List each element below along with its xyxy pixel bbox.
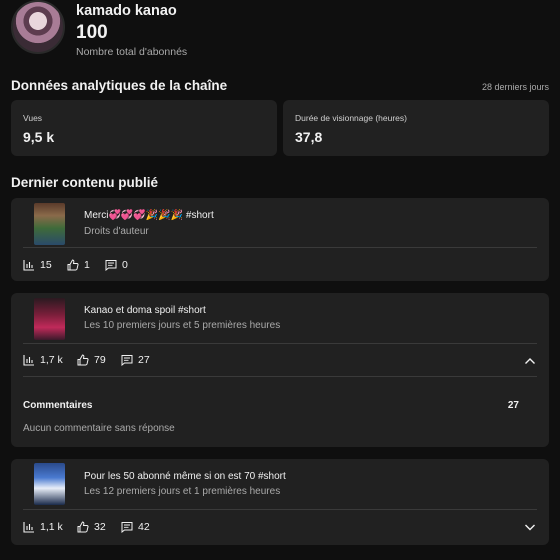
video-subtitle: Les 10 premiers jours et 5 premières heu… [84, 320, 281, 331]
views-count: 15 [40, 259, 52, 271]
comments-empty-text: Aucun commentaire sans réponse [23, 423, 175, 434]
bar-chart-icon [23, 260, 34, 271]
comments-stat: 27 [121, 354, 150, 366]
watchtime-metric-card[interactable]: Durée de visionnage (heures) 37,8 [283, 100, 549, 156]
thumbs-up-icon [77, 521, 89, 533]
video-subtitle: Droits d'auteur [84, 226, 149, 237]
analytics-title: Données analytiques de la chaîne [11, 78, 228, 93]
comment-icon [121, 522, 133, 533]
likes-stat: 1 [67, 259, 90, 271]
chevron-down-icon[interactable] [523, 520, 537, 534]
bar-chart-icon [23, 522, 34, 533]
views-stat: 1,7 k [23, 354, 63, 366]
views-stat: 1,1 k [23, 521, 63, 533]
views-count: 1,7 k [40, 354, 63, 366]
video-title[interactable]: Pour les 50 abonné même si on est 70 #sh… [84, 471, 286, 482]
divider [23, 247, 537, 248]
latest-content-title: Dernier contenu publié [11, 175, 159, 190]
divider [23, 509, 537, 510]
likes-count: 1 [84, 259, 90, 271]
channel-name: kamado kanao [76, 3, 177, 19]
video-thumbnail[interactable] [34, 203, 65, 245]
video-card[interactable]: Kanao et doma spoil #short Les 10 premie… [11, 293, 549, 447]
chevron-up-icon[interactable] [523, 354, 537, 368]
video-subtitle: Les 12 premiers jours et 1 premières heu… [84, 486, 281, 497]
bar-chart-icon [23, 355, 34, 366]
metric-value: 9,5 k [23, 129, 55, 145]
video-card[interactable]: Merci💞💞💞🎉🎉🎉 #short Droits d'auteur 15 1 … [11, 198, 549, 281]
likes-count: 32 [94, 521, 106, 533]
comments-count: 27 [138, 354, 150, 366]
comments-stat: 0 [105, 259, 128, 271]
thumbs-up-icon [77, 354, 89, 366]
avatar[interactable] [11, 0, 65, 54]
metric-value: 37,8 [295, 129, 323, 145]
comments-section-label[interactable]: Commentaires [23, 400, 92, 411]
views-count: 1,1 k [40, 521, 63, 533]
video-title[interactable]: Merci💞💞💞🎉🎉🎉 #short [84, 210, 214, 221]
divider [23, 343, 537, 344]
likes-stat: 79 [77, 354, 106, 366]
subscriber-label: Nombre total d'abonnés [76, 46, 188, 58]
comments-stat: 42 [121, 521, 150, 533]
thumbs-up-icon [67, 259, 79, 271]
likes-stat: 32 [77, 521, 106, 533]
views-stat: 15 [23, 259, 52, 271]
period-label: 28 derniers jours [481, 82, 549, 92]
video-title[interactable]: Kanao et doma spoil #short [84, 305, 206, 316]
video-thumbnail[interactable] [34, 298, 65, 340]
metric-label: Durée de visionnage (heures) [295, 113, 407, 123]
divider [23, 376, 537, 377]
views-metric-card[interactable]: Vues 9,5 k [11, 100, 277, 156]
channel-header: kamado kanao 100 Nombre total d'abonnés [11, 0, 551, 70]
video-thumbnail[interactable] [34, 463, 65, 505]
comments-section-count: 27 [507, 400, 519, 411]
metric-label: Vues [23, 113, 43, 123]
video-card[interactable]: Pour les 50 abonné même si on est 70 #sh… [11, 459, 549, 545]
comments-count: 42 [138, 521, 150, 533]
comments-count: 0 [122, 259, 128, 271]
comment-icon [105, 260, 117, 271]
subscriber-count: 100 [76, 22, 108, 43]
likes-count: 79 [94, 354, 106, 366]
comment-icon [121, 355, 133, 366]
